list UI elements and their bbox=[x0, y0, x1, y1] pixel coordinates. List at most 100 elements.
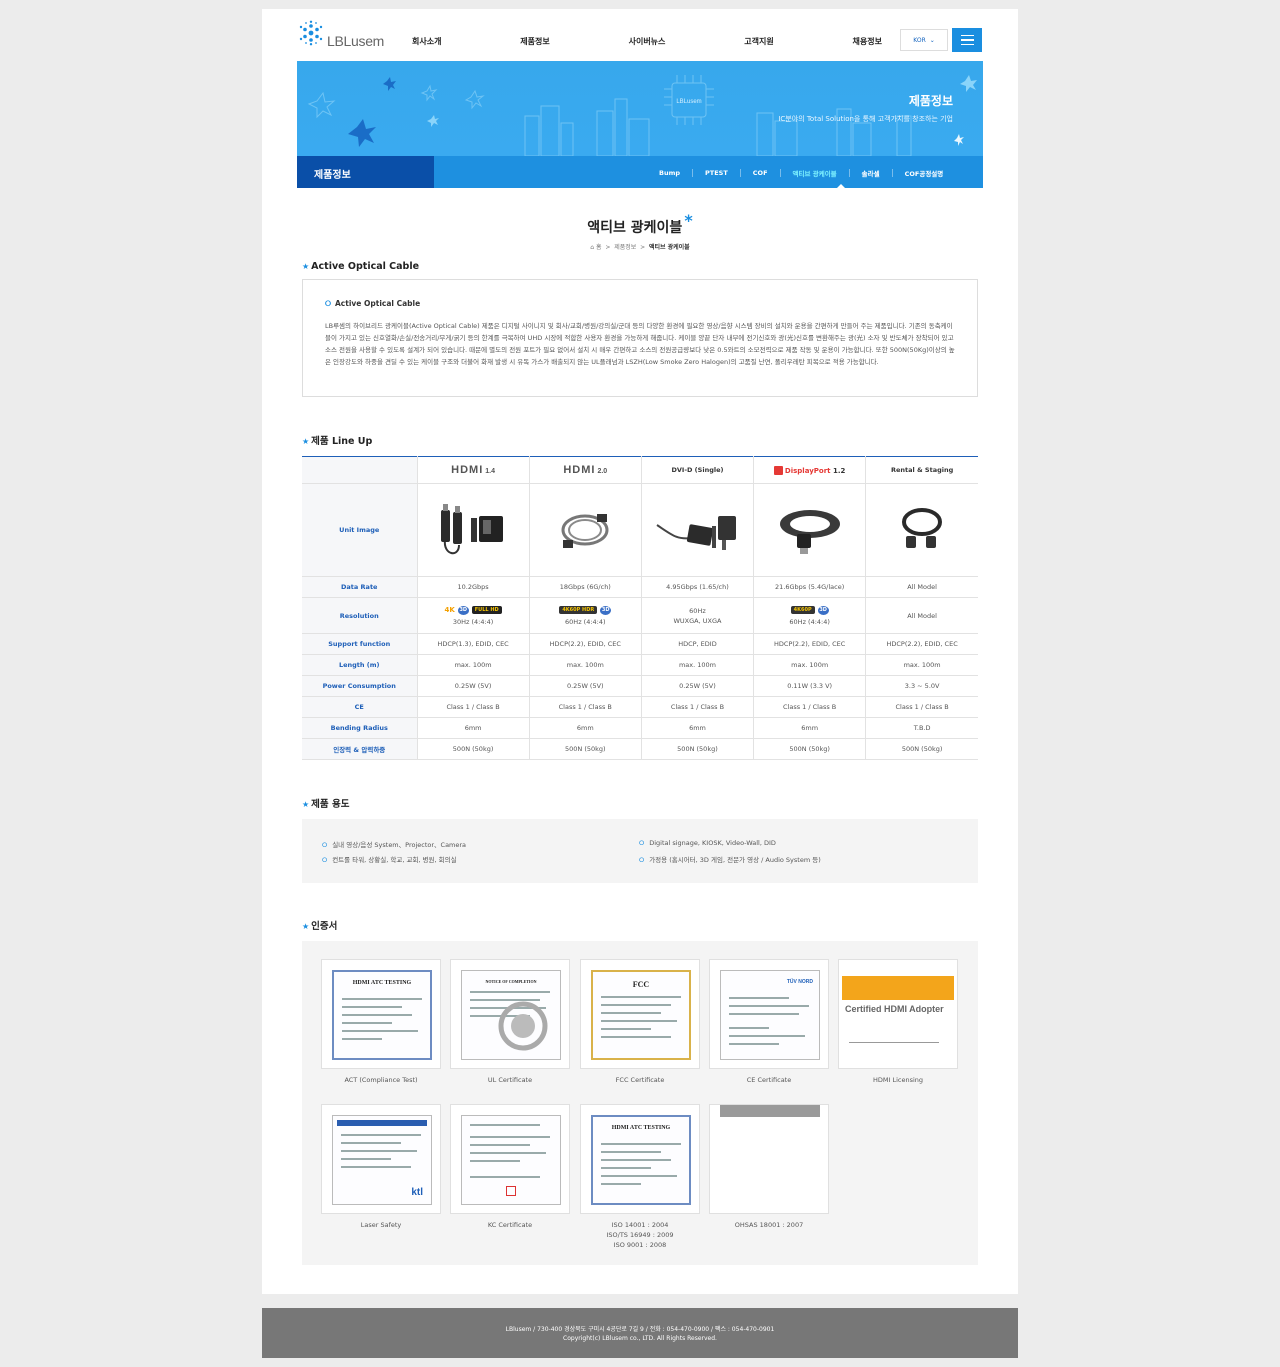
star-icon: ★ bbox=[302, 800, 310, 809]
breadcrumb-home[interactable]: 홈 bbox=[596, 244, 602, 251]
rental-cable-image bbox=[902, 508, 943, 548]
nav-item-products[interactable]: 제품정보 bbox=[520, 36, 549, 48]
nav-item-support[interactable]: 고객지원 bbox=[744, 36, 773, 48]
certificate-act[interactable]: HDMI ATC TESTING ACT (Compliance Test) bbox=[321, 959, 441, 1085]
certificate-ul[interactable]: NOTICE OF COMPLETION UL Certificate bbox=[450, 959, 570, 1085]
star-icon: ★ bbox=[302, 262, 310, 271]
sub-nav-items: Bump PTEST COF 액티브 광케이블 솔라셀 COF공정설명 bbox=[659, 168, 943, 178]
table-cell: 6mm bbox=[528, 717, 642, 739]
table-cell: HDCP(2.2), EDID, CEC bbox=[753, 633, 866, 655]
table-cell: 0.11W (3.3 V) bbox=[753, 675, 866, 697]
table-cell: 500N (50kg) bbox=[753, 738, 866, 760]
certificate-fcc[interactable]: FCC FCC Certificate bbox=[580, 959, 700, 1085]
site-logo[interactable]: LBLusem bbox=[298, 20, 398, 54]
certificate-thumbnail: FCC bbox=[580, 959, 700, 1069]
ring-bullet-icon: ⭘ bbox=[322, 841, 328, 849]
certificate-thumbnail: Environmental Management System Certific… bbox=[709, 1104, 829, 1214]
divider bbox=[779, 169, 781, 177]
chip-label: LBLusem bbox=[676, 99, 701, 105]
table-cell: HDCP(2.2), EDID, CEC bbox=[865, 633, 978, 655]
dvi-cable-image bbox=[656, 516, 737, 550]
row-label: Length (m) bbox=[302, 654, 417, 676]
nav-item-news[interactable]: 사이버뉴스 bbox=[629, 36, 666, 48]
coiled-cable-image bbox=[561, 514, 609, 548]
certificate-hdmi-licensing[interactable]: Certified HDMI Adopter HDMI Licensing bbox=[838, 959, 958, 1085]
table-header-row: HDMI 1.4 HDMI 2.0 DVI-D (Single) DisplayPo… bbox=[302, 456, 978, 484]
doc-title: NOTICE OF COMPLETION bbox=[485, 979, 537, 984]
certificate-ce[interactable]: TÜV NORD CE Certificate bbox=[709, 959, 829, 1085]
intro-body: LB루셈의 하이브리드 광케이블(Active Optical Cable) 제… bbox=[325, 322, 955, 366]
table-row-support-function: Support function HDCP(1.3), EDID, CEC HD… bbox=[302, 633, 978, 655]
sub-nav-item-cof-process[interactable]: COF공정설명 bbox=[905, 168, 944, 178]
3d-badge: 3D bbox=[457, 605, 469, 615]
sub-nav-item-cof[interactable]: COF bbox=[753, 169, 768, 177]
hamburger-menu-button[interactable] bbox=[952, 28, 982, 52]
table-cell: 10.2Gbps bbox=[416, 576, 530, 598]
certificate-ohsas[interactable]: Environmental Management System Certific… bbox=[709, 1104, 829, 1230]
certificate-thumbnail: HDMI ATC TESTING bbox=[580, 1104, 700, 1214]
certificate-thumbnail: NOTICE OF COMPLETION bbox=[450, 959, 570, 1069]
main-nav: 회사소개 제품정보 사이버뉴스 고객지원 채용정보 bbox=[412, 36, 882, 48]
section-heading-text: 제품 용도 bbox=[311, 799, 350, 810]
doc-preview: HDMI ATC TESTING bbox=[591, 1115, 691, 1205]
certificate-kc[interactable]: KC Certificate bbox=[450, 1104, 570, 1230]
sub-nav-item-ptest[interactable]: PTEST bbox=[705, 169, 728, 177]
certificate-thumbnail: HDMI ATC TESTING bbox=[321, 959, 441, 1069]
usage-item: ⭘ 컨트롤 타워, 상황실, 학교, 교회, 병원, 회의실 bbox=[322, 856, 457, 864]
breadcrumb-products[interactable]: 제품정보 bbox=[614, 244, 636, 251]
certificate-laser-safety[interactable]: ktl Laser Safety bbox=[321, 1104, 441, 1230]
section-heading-text: 제품 Line Up bbox=[311, 436, 373, 447]
column-rental: Rental & Staging bbox=[865, 456, 978, 484]
sub-nav-item-bump[interactable]: Bump bbox=[659, 169, 680, 177]
table-cell: max. 100m bbox=[640, 654, 754, 676]
doc-title: HDMI ATC TESTING bbox=[611, 1125, 671, 1131]
certificate-iso[interactable]: HDMI ATC TESTING ISO 14001 : 2004 ISO/TS… bbox=[580, 1104, 700, 1250]
breadcrumb: ⌂ 홈 > 제품정보 > 액티브 광케이블 bbox=[590, 244, 690, 251]
hamburger-line bbox=[960, 43, 974, 46]
certificate-caption: ACT (Compliance Test) bbox=[344, 1076, 418, 1084]
row-label: 인장력 & 압력하중 bbox=[302, 738, 417, 760]
certificate-caption: HDMI Licensing bbox=[872, 1076, 924, 1084]
home-icon[interactable]: ⌂ bbox=[590, 244, 594, 251]
resolution-text: 30Hz (4:4:4) bbox=[452, 617, 494, 626]
page-title: 액티브 광케이블 * bbox=[262, 211, 1018, 237]
doc-title: TÜV NORD bbox=[786, 979, 813, 985]
hdmi-adopter-text: Certified HDMI Adopter bbox=[845, 1004, 944, 1014]
table-cell: max. 100m bbox=[528, 654, 642, 676]
row-label: Resolution bbox=[302, 597, 417, 634]
table-cell: 0.25W (5V) bbox=[416, 675, 530, 697]
table-cell: 6mm bbox=[640, 717, 754, 739]
resolution-badges: 4K60P 3D bbox=[754, 605, 865, 615]
certificate-gallery: HDMI ATC TESTING ACT (Compliance Test) N… bbox=[302, 941, 978, 1265]
table-row-tensile: 인장력 & 압력하중 500N (50kg) 500N (50kg) 500N … bbox=[302, 738, 978, 760]
star-icon: ★ bbox=[302, 922, 310, 931]
divider bbox=[848, 169, 850, 177]
nav-item-recruit[interactable]: 채용정보 bbox=[853, 36, 882, 48]
section-heading-intro: ★ Active Optical Cable bbox=[302, 261, 419, 272]
row-label: Power Consumption bbox=[302, 675, 417, 697]
doc-preview: NOTICE OF COMPLETION bbox=[461, 970, 561, 1060]
sub-nav-item-active-optical-cable[interactable]: 액티브 광케이블 bbox=[793, 168, 837, 178]
hdmi-logo: HDMI 2.0 bbox=[563, 464, 608, 476]
logo-text: LBLusem bbox=[327, 33, 385, 49]
product-image-displayport bbox=[753, 483, 866, 577]
divider bbox=[891, 169, 893, 177]
certificate-caption: Laser Safety bbox=[360, 1221, 402, 1229]
nav-item-company[interactable]: 회사소개 bbox=[412, 36, 441, 48]
sub-nav-item-solar-cell[interactable]: 솔라셀 bbox=[862, 168, 880, 178]
row-label: Data Rate bbox=[302, 576, 417, 598]
3d-badge: 3D bbox=[817, 605, 829, 615]
ring-bullet-icon: ⭘ bbox=[639, 839, 645, 847]
section-heading-text: 인증서 bbox=[311, 921, 338, 932]
certificate-caption: KC Certificate bbox=[487, 1221, 533, 1229]
certificate-thumbnail bbox=[450, 1104, 570, 1214]
ring-bullet-icon: ⭘ bbox=[639, 856, 645, 864]
product-image-dvi bbox=[640, 483, 754, 577]
table-row-resolution: Resolution 4K 3D FULL HD 30Hz (4:4:4) 4K… bbox=[302, 597, 978, 634]
ring-bullet-icon: ⭘ bbox=[322, 856, 328, 864]
language-select[interactable]: KOR ⌄ bbox=[900, 29, 948, 51]
intro-subheading-text: Active Optical Cable bbox=[335, 299, 421, 308]
section-heading-usage: ★ 제품 용도 bbox=[302, 796, 349, 810]
column-dvi: DVI-D (Single) bbox=[640, 456, 754, 484]
hdmi-logo: HDMI 1.4 bbox=[451, 464, 496, 476]
